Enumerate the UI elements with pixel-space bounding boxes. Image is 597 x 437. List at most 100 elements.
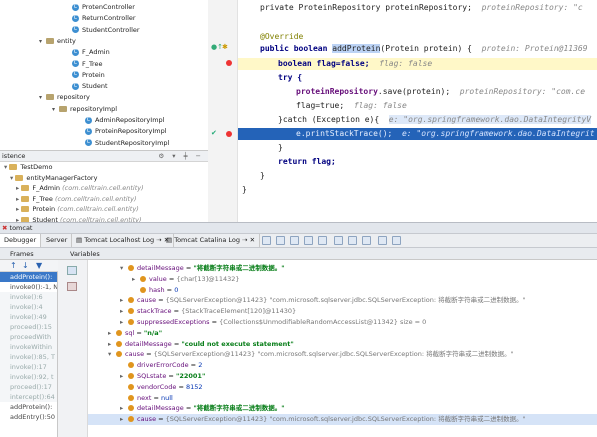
persistence-toolbar[interactable]: ⚙ ▾ ╪ − [158,151,204,162]
tab-tomcat-catalina-log[interactable]: ▤ Tomcat Catalina Log ⇢ ✕ [162,234,261,247]
breakpoint-icon[interactable] [226,60,232,66]
variable-row[interactable]: ▸ detailMessage = "could not execute stat… [88,339,597,350]
stack-frame[interactable]: addProtein(): [0,402,57,412]
tree-item[interactable]: C F_Tree [0,59,103,70]
variable-row[interactable]: ▸ suppressedExceptions = {Collections$Unm… [88,317,597,328]
method-name[interactable]: addProtein [332,44,381,53]
stack-frame[interactable]: addProtein(): [0,272,57,282]
show-execution-point-button[interactable] [262,236,271,245]
variable-row[interactable]: vendorCode = 8152 [88,382,597,393]
tab-server[interactable]: Server [42,234,73,247]
force-step-into-button[interactable] [304,236,313,245]
tree-item[interactable]: ▾ repositoryImpl [0,104,117,115]
persistence-item[interactable]: ▸ Student (com.celltrain.cell.entity) [0,215,208,222]
stack-frame[interactable]: invoke():17 [0,362,57,372]
stack-frame[interactable]: invokeWithin [0,342,57,352]
variable-row[interactable]: ▸ SQLstate = "22001" [88,371,597,382]
stack-frame[interactable]: proceed():15 [0,322,57,332]
expand-arrow-icon[interactable]: ▸ [132,274,140,285]
stack-frame[interactable]: invoke():49 [0,312,57,322]
tree-item[interactable]: C ProteinRepositoryImpl [0,126,167,137]
variable-row[interactable]: ▸ sql = "n/a" [88,328,597,339]
expand-arrow-icon[interactable]: ▾ [39,92,46,103]
tree-item[interactable]: C ReturnController [0,13,136,24]
tree-item[interactable]: C ProtenController [0,2,135,13]
variable-name: cause [137,415,157,424]
up-arrow-icon[interactable]: ↑ [10,261,17,270]
expand-arrow-icon[interactable]: ▸ [120,403,128,414]
variable-row[interactable]: ▸ detailMessage = "将截断字符串或二进制数据。" [88,403,597,414]
variable-value: {SQLServerException@11423} "com.microsof… [165,415,526,424]
variable-row[interactable]: ▸ value = {char[13]@11432} [88,274,597,285]
expand-arrow-icon[interactable]: ▾ [120,263,128,274]
expand-arrow-icon[interactable]: ▸ [120,306,128,317]
code-editor[interactable]: private ProteinRepository proteinReposit… [238,0,597,222]
step-over-button[interactable] [276,236,285,245]
trace-button[interactable] [378,236,387,245]
expand-arrow-icon[interactable]: ▸ [108,339,116,350]
tree-item[interactable]: ▾ repository [0,92,90,103]
step-into-button[interactable] [290,236,299,245]
stack-frame[interactable]: intercept():64 [0,392,57,402]
breakpoint-icon[interactable] [226,131,232,137]
expand-arrow-icon[interactable]: ▾ [39,36,46,47]
expand-arrow-icon[interactable]: ▸ [120,414,128,425]
stack-frame[interactable]: invoke():4 [0,302,57,312]
expand-arrow-icon[interactable]: ▸ [120,371,128,382]
variable-row[interactable]: next = null [88,393,597,404]
field-icon [128,373,134,379]
stack-frame[interactable]: invoke():92, t [0,372,57,382]
expand-arrow-icon[interactable]: ▸ [120,295,128,306]
stack-frame[interactable]: addEntry():50 [0,412,57,422]
stack-frame[interactable]: invoke():6 [0,292,57,302]
variable-row[interactable]: ▾ cause = {SQLServerException@11423} "com… [88,349,597,360]
persistence-item[interactable]: ▸ F_Admin (com.celltrain.cell.entity) [0,183,208,194]
lightbulb-icon[interactable]: ✱ [222,43,228,51]
expand-arrow-icon[interactable]: ▾ [108,349,116,360]
tree-item[interactable]: ▾ entity [0,36,76,47]
run-to-cursor-button[interactable] [348,236,357,245]
persistence-item-label: Protein [32,205,56,213]
class-icon: C [72,60,79,67]
variable-row[interactable]: ▾ detailMessage = "将截断字符串或二进制数据。" [88,263,597,274]
settings-button[interactable] [392,236,401,245]
stack-frame[interactable]: proceed():17 [0,382,57,392]
variable-row[interactable]: ▸ stackTrace = {StackTraceElement[120]@11… [88,306,597,317]
tree-item[interactable]: C AdminRepositoryImpl [0,115,164,126]
variable-row[interactable]: ▸ cause = {SQLServerException@11423} "com… [88,295,597,306]
variable-row[interactable]: driverErrorCode = 2 [88,360,597,371]
persistence-item-label: entityManagerFactory [26,173,98,182]
filter-icon[interactable]: ▼ [36,261,42,270]
watch-icon[interactable] [67,282,77,291]
tree-item[interactable]: C StudentRepositoryImpl [0,138,169,149]
stack-frame[interactable]: invoke():85, T [0,352,57,362]
evaluate-expression-button[interactable] [362,236,371,245]
variable-row[interactable]: hash = 0 [88,285,597,296]
tree-item[interactable]: C Student [0,81,108,92]
tree-item[interactable]: C Protein [0,70,105,81]
tree-item[interactable]: C F_Admin [0,47,110,58]
editor-gutter[interactable]: ●↑ ✱ ✔ [208,0,238,222]
field-icon [128,265,134,271]
down-arrow-icon[interactable]: ↓ [22,261,29,270]
stack-frame[interactable]: invoke0():-1, N [0,282,57,292]
tab-debugger[interactable]: Debugger [0,234,42,247]
field-icon [116,329,122,336]
tab-tomcat-localhost-log[interactable]: ▤ Tomcat Localhost Log ⇢ ✕ [72,234,175,247]
inline-hint: flag: false [379,59,433,68]
project-tree: C ProtenController C ReturnController C Stude… [0,0,208,150]
evaluate-icon[interactable] [67,266,77,275]
drop-frame-button[interactable] [334,236,343,245]
tree-item[interactable]: C StudentController [0,25,140,36]
expand-arrow-icon[interactable]: ▸ [108,328,116,339]
persistence-item[interactable]: ▾ entityManagerFactory [0,173,208,184]
stack-frame[interactable]: proceedWith [0,332,57,342]
persistence-item[interactable]: ▾ TestDemo [0,162,208,173]
tomcat-run-tab[interactable]: ✖ tomcat [2,223,32,234]
persistence-item[interactable]: ▸ Protein (com.celltrain.cell.entity) [0,204,208,215]
step-out-button[interactable] [318,236,327,245]
variable-row[interactable]: ▸ cause = {SQLServerException@11423} "com… [88,414,597,425]
persistence-item[interactable]: ▸ F_Tree (com.celltrain.cell.entity) [0,194,208,205]
expand-arrow-icon[interactable]: ▸ [120,317,128,328]
expand-arrow-icon[interactable]: ▾ [52,104,59,115]
